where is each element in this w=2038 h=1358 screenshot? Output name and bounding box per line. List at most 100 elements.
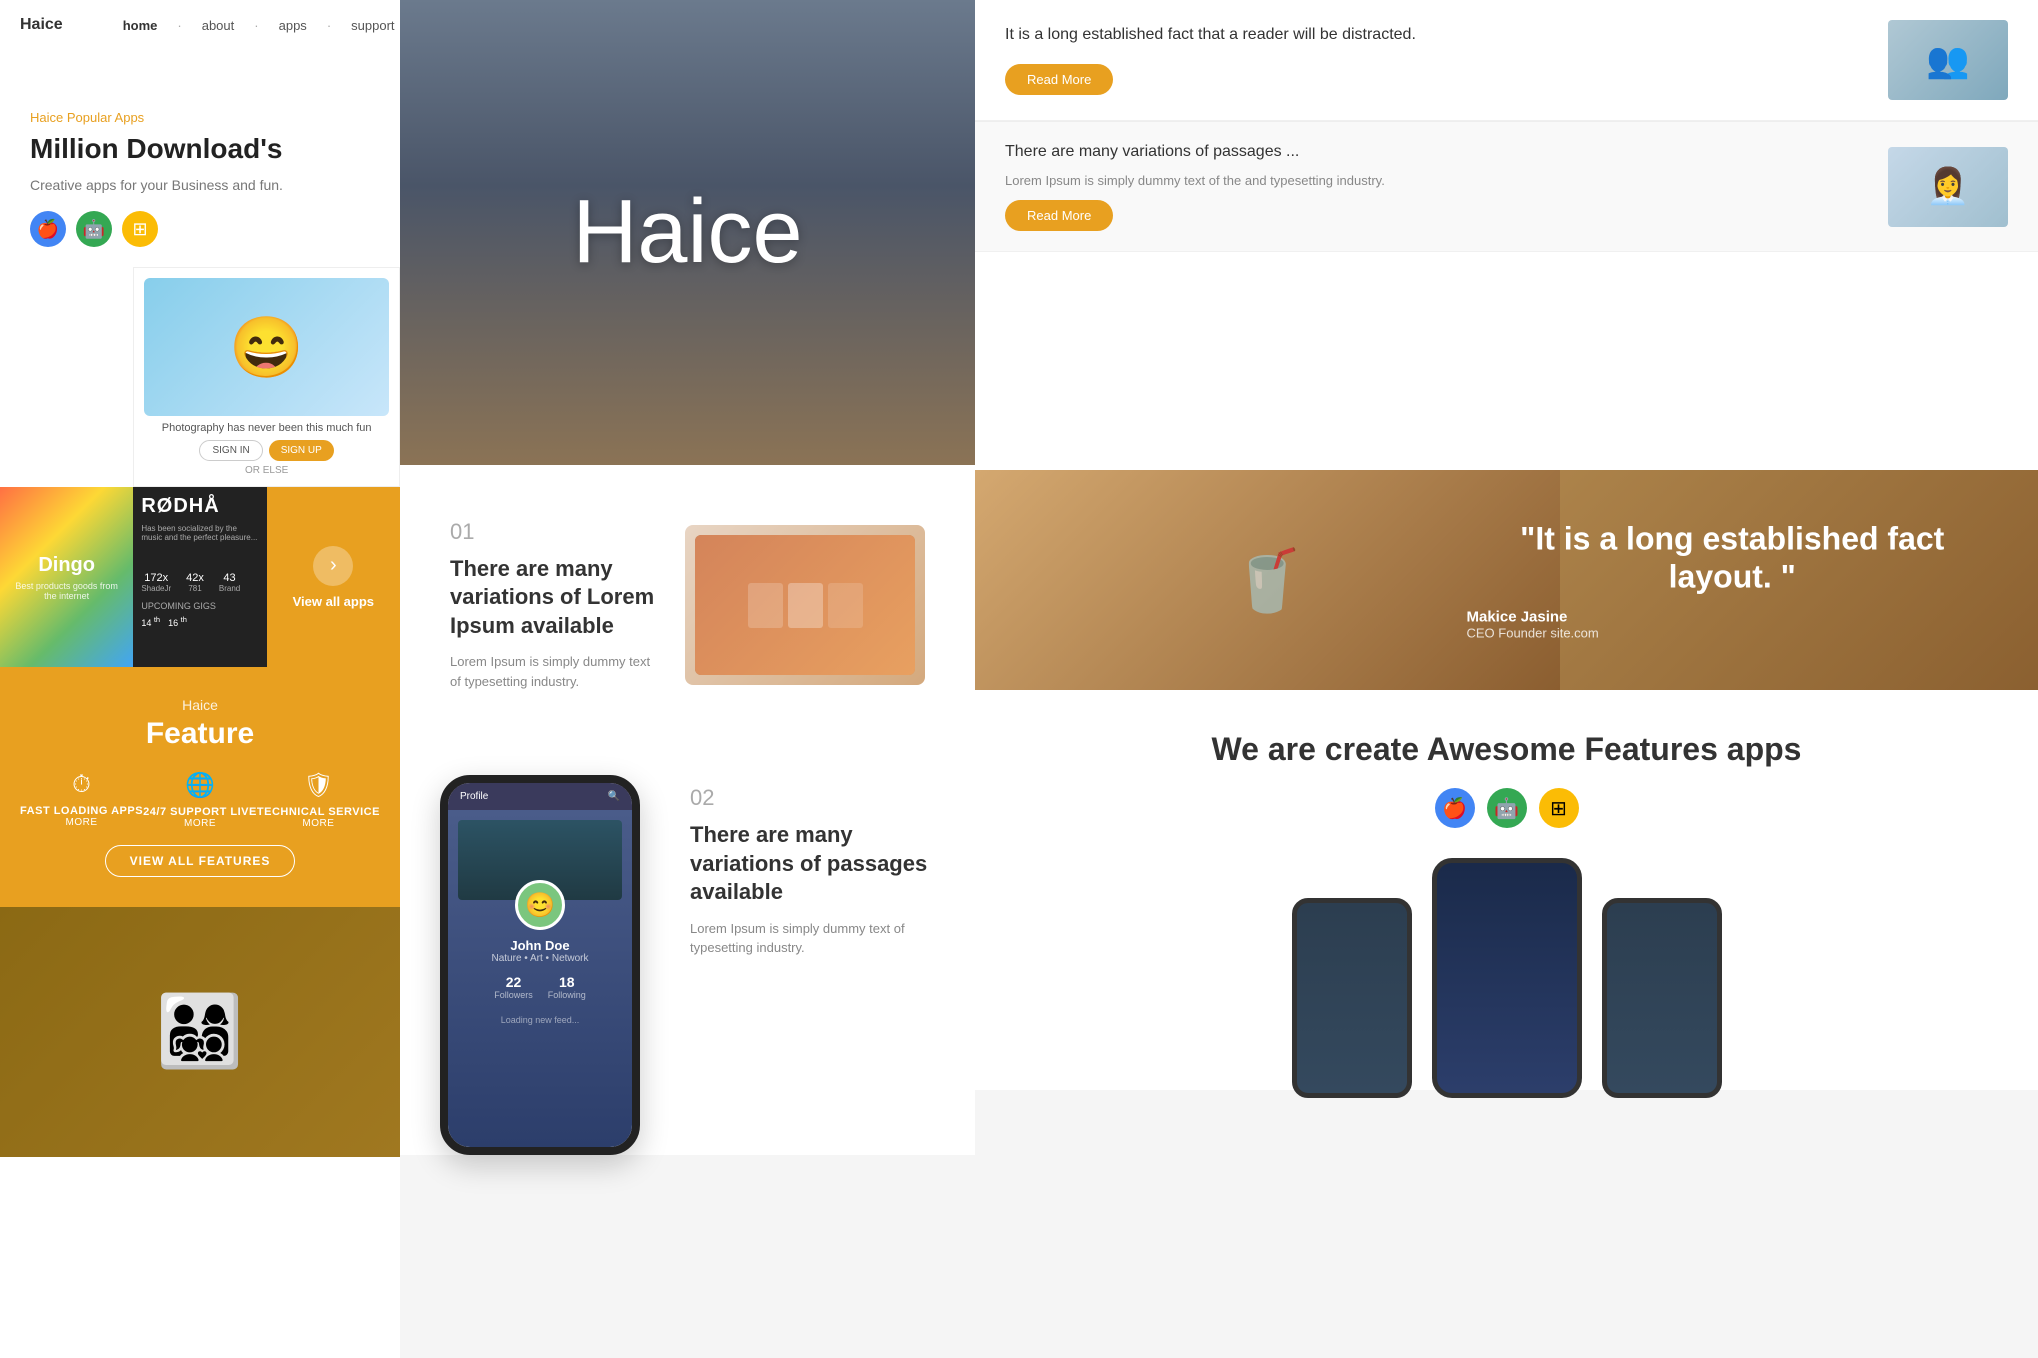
app-grid: 😄 Photography has never been this much f… [0, 267, 400, 667]
feature-num-1: 01 [450, 519, 655, 545]
nav-support[interactable]: support [351, 18, 394, 33]
people-photo: 👨‍👩‍👧‍👦 [0, 907, 400, 1157]
feature-image-1 [685, 525, 925, 685]
feature-block-body-1: Lorem Ipsum is simply dummy text of type… [450, 652, 655, 691]
feature-block-body-2: Lorem Ipsum is simply dummy text of type… [690, 919, 945, 958]
feature-fast-loading: ⏱ FAST LOADING APPS MORE [20, 771, 143, 829]
app-icons: 🍎 🤖 ⊞ [30, 211, 370, 247]
testimonial-bg: 🥤 "It is a long established fact layout.… [975, 470, 2038, 690]
or-else-text: OR ELSE [245, 465, 288, 476]
phone-header: Profile 🔍 [448, 783, 632, 810]
feature-section: Haice Feature ⏱ FAST LOADING APPS MORE 🌐… [0, 667, 400, 907]
sign-up-button[interactable]: SIGN UP [269, 440, 334, 461]
store-icons: 🍎 🤖 ⊞ [1435, 788, 1579, 828]
phone-profile-label: Profile [460, 791, 488, 802]
popular-label: Haice Popular Apps [30, 110, 370, 125]
viewall-arrow-icon: › [313, 546, 353, 586]
store-icon-windows[interactable]: ⊞ [1539, 788, 1579, 828]
hero-main-title: Haice [572, 181, 802, 284]
phones-display [1292, 858, 1722, 1098]
phone-name: John Doe [510, 938, 569, 953]
feature-num-2: 02 [690, 785, 945, 811]
blog-content-1: It is a long established fact that a rea… [1005, 25, 1868, 95]
rodha-dates: 14 th 16 th [141, 615, 258, 628]
viewall-text: View all apps [293, 594, 374, 609]
store-icon-android[interactable]: 🤖 [1487, 788, 1527, 828]
photo-app-text: Photography has never been this much fun [162, 422, 372, 434]
right-panel: It is a long established fact that a rea… [975, 0, 2038, 1358]
fast-loading-more[interactable]: MORE [20, 817, 143, 828]
feature-label: Haice [20, 697, 380, 713]
testimonial-role: CEO Founder site.com [1467, 625, 1999, 640]
feature-block-title-1: There are many variations of Lorem Ipsum… [450, 555, 655, 641]
support-more[interactable]: MORE [143, 818, 257, 829]
technical-more[interactable]: MORE [257, 818, 380, 829]
phone-stats: 22 Followers 18 Following [494, 974, 586, 1000]
nav-bar: Haice home · about · apps · support [0, 0, 400, 50]
feature-block-1: 01 There are many variations of Lorem Ip… [400, 465, 975, 745]
bottom-center: Profile 🔍 😊 John Doe Nature • Art • Netw… [400, 745, 975, 1155]
phone-role: Nature • Art • Network [491, 953, 588, 964]
feature-technical: 🛡 TECHNICAL SERVICE MORE [257, 771, 380, 829]
viewall-card[interactable]: › View all apps [267, 487, 400, 667]
feature-support: 🌐 24/7 SUPPORT LIVE MORE [143, 771, 257, 829]
shield-icon: 🛡 [257, 771, 380, 800]
rodha-card: RØDHÅ Has been socialized by the music a… [133, 487, 266, 667]
phone-display-large [1432, 858, 1582, 1098]
phone-display-small-1 [1292, 898, 1412, 1098]
rodha-stats: 172xShadeJr 42x781 43Brand [141, 572, 258, 593]
blog-title-1: It is a long established fact that a rea… [1005, 25, 1868, 46]
nav-home[interactable]: home [123, 18, 158, 33]
nav-apps[interactable]: apps [279, 18, 307, 33]
center-panel: Haice 01 There are many variations of Lo… [400, 0, 975, 1358]
phone-followers: 22 Followers [494, 974, 533, 1000]
phone-body: 😊 John Doe Nature • Art • Network 22 Fol… [448, 810, 632, 1147]
read-more-button-2[interactable]: Read More [1005, 200, 1113, 231]
hero-title: Million Download's [30, 133, 370, 165]
icon-android[interactable]: 🤖 [76, 211, 112, 247]
dingo-card: Dingo Best products goods from the inter… [0, 487, 133, 667]
blog-title-2: There are many variations of passages ..… [1005, 142, 1868, 163]
left-panel: Haice home · about · apps · support Haic… [0, 0, 400, 1358]
fast-loading-label: FAST LOADING APPS [20, 805, 143, 817]
phone-loading-text: Loading new feed... [501, 1015, 580, 1025]
avatar-emoji: 😊 [525, 891, 555, 920]
nav-links: home · about · apps · support [123, 18, 395, 33]
read-more-button-1[interactable]: Read More [1005, 64, 1113, 95]
hero-background: Haice [400, 0, 975, 465]
dingo-sub: Best products goods from the internet [10, 581, 123, 601]
phone-mock: Profile 🔍 😊 John Doe Nature • Art • Netw… [440, 775, 640, 1155]
blog-image-1: 👥 [1888, 20, 2008, 100]
phone-following: 18 Following [548, 974, 586, 1000]
left-hero: Haice Popular Apps Million Download's Cr… [0, 50, 400, 267]
testimonial-author: Makice Jasine [1467, 608, 1999, 625]
testimonial-quote: "It is a long established fact layout. " [1467, 520, 1999, 597]
sign-in-button[interactable]: SIGN IN [199, 440, 262, 461]
phone-display-small-2 [1602, 898, 1722, 1098]
photo-app-card: 😄 Photography has never been this much f… [133, 267, 400, 487]
testimonial-area: 🥤 "It is a long established fact layout.… [975, 470, 2038, 690]
feature-block-2: 02 There are many variations of passages… [660, 745, 975, 1155]
feature-title: Feature [20, 717, 380, 751]
hourglass-icon: ⏱ [20, 771, 143, 799]
hero-subtitle: Creative apps for your Business and fun. [30, 175, 370, 196]
store-icon-ios[interactable]: 🍎 [1435, 788, 1475, 828]
support-icon: 🌐 [143, 771, 257, 800]
testimonial-text-area: "It is a long established fact layout. "… [1467, 520, 1999, 641]
rodha-upcoming: UPCOMING GIGS [141, 601, 258, 611]
icon-ios[interactable]: 🍎 [30, 211, 66, 247]
blog-image-2: 👩‍💼 [1888, 147, 2008, 227]
sign-buttons: SIGN IN SIGN UP [199, 440, 333, 461]
phone-search-icon: 🔍 [608, 791, 620, 802]
nav-logo: Haice [20, 16, 63, 34]
blog-section: It is a long established fact that a rea… [975, 0, 2038, 470]
feature-text-1: 01 There are many variations of Lorem Ip… [450, 519, 655, 692]
awesome-title: We are create Awesome Features apps [1212, 730, 1802, 768]
view-features-button[interactable]: VIEW ALL FEATURES [105, 845, 296, 877]
nav-about[interactable]: about [202, 18, 235, 33]
feature-icons: ⏱ FAST LOADING APPS MORE 🌐 24/7 SUPPORT … [20, 771, 380, 829]
icon-windows[interactable]: ⊞ [122, 211, 158, 247]
phone-area: Profile 🔍 😊 John Doe Nature • Art • Netw… [400, 745, 660, 1155]
rodha-title: RØDHÅ [141, 495, 258, 518]
blog-body-2: Lorem Ipsum is simply dummy text of the … [1005, 171, 1868, 191]
